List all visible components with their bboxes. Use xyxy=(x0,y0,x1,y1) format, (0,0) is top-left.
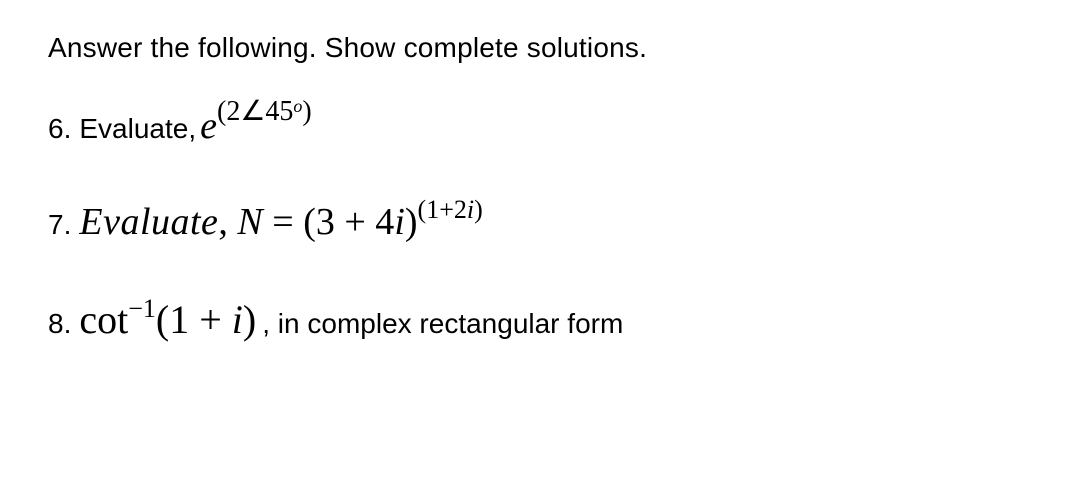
close-paren: ) xyxy=(405,201,418,243)
inverse-sup: −1 xyxy=(128,294,156,323)
open-paren: ( xyxy=(303,201,316,243)
angle-symbol: ∠ xyxy=(240,96,265,127)
sup-degrees: 45 xyxy=(265,96,293,127)
sup-open: ( xyxy=(418,195,427,224)
exponent: (1+2i) xyxy=(418,195,483,224)
problem-number-6: 6. xyxy=(48,113,71,145)
evaluate-word: Evaluate xyxy=(79,200,218,244)
var-N: N xyxy=(237,201,262,243)
problem-8: 8. cot−1(1 + i) , in complex rectangular… xyxy=(48,296,1032,343)
exp-base: e xyxy=(200,105,217,147)
equals: = xyxy=(263,201,303,243)
problem-6-expression: e(2∠45o) xyxy=(200,104,312,148)
instruction-text: Answer the following. Show complete solu… xyxy=(48,32,1032,64)
cot-fn: cot xyxy=(79,297,128,342)
close-paren-8: ) xyxy=(243,297,256,342)
problem-7-expression: , N = (3 + 4i)(1+2i) xyxy=(218,200,482,244)
sup-const: 1+2 xyxy=(426,195,467,224)
degree-mark: o xyxy=(293,96,302,116)
sup-close: ) xyxy=(302,96,311,127)
sup-close: ) xyxy=(474,195,483,224)
one-plus: 1 + xyxy=(169,297,232,342)
problem-label-6: Evaluate, xyxy=(79,113,196,145)
const-3plus4: 3 + 4 xyxy=(316,201,394,243)
comma: , xyxy=(218,201,237,243)
open-paren-8: ( xyxy=(156,297,169,342)
imag-i-8: i xyxy=(232,297,243,342)
problem-6: 6. Evaluate, e(2∠45o) xyxy=(48,104,1032,148)
sup-open: ( xyxy=(217,96,226,127)
imag-i: i xyxy=(394,201,405,243)
problem-number-8: 8. xyxy=(48,308,71,340)
problem-number-7: 7. xyxy=(48,209,71,241)
problem-7: 7. Evaluate, N = (3 + 4i)(1+2i) xyxy=(48,200,1032,244)
problem-8-tail: , in complex rectangular form xyxy=(262,308,623,340)
exp-superscript: (2∠45o) xyxy=(217,96,312,127)
problem-8-expression: cot−1(1 + i) xyxy=(79,296,256,343)
sup-coef: 2 xyxy=(226,96,240,127)
